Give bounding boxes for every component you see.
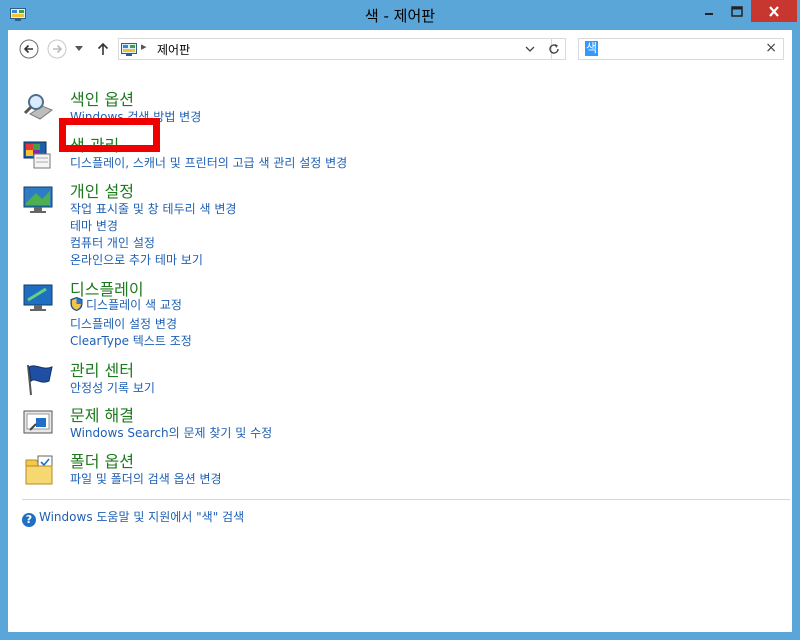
control-panel-window: 색 - 제어판 ▸ 제어판 색 × 색인 옵션 Windows 검색 방법 변경… (0, 0, 800, 640)
help-search-link[interactable]: ? Windows 도움말 및 지원에서 "색" 검색 (22, 508, 244, 527)
personalization-icon (22, 182, 58, 218)
uac-shield-icon (70, 296, 83, 312)
link-file-folder-search-options[interactable]: 파일 및 폴더의 검색 옵션 변경 (70, 470, 222, 487)
action-center-flag-icon (22, 361, 58, 397)
minimize-button[interactable] (695, 0, 723, 22)
link-personalize-computer[interactable]: 컴퓨터 개인 설정 (70, 234, 155, 251)
link-online-themes[interactable]: 온라인으로 추가 테마 보기 (70, 251, 203, 268)
back-button[interactable] (18, 38, 40, 60)
title-bar[interactable]: 색 - 제어판 (0, 0, 800, 30)
color-management-icon (22, 136, 58, 172)
breadcrumb-control-panel[interactable]: 제어판 (157, 41, 190, 58)
back-arrow-icon (19, 39, 39, 59)
chevron-down-icon (75, 46, 83, 51)
category-title[interactable]: 폴더 옵션 (70, 448, 134, 472)
search-input[interactable]: 색 (585, 41, 599, 56)
forward-arrow-icon (47, 39, 67, 59)
up-button[interactable] (92, 38, 114, 60)
link-advanced-color-settings[interactable]: 디스플레이, 스캐너 및 프린터의 고급 색 관리 설정 변경 (70, 154, 347, 171)
divider (22, 499, 790, 500)
window-title: 색 - 제어판 (364, 7, 436, 25)
refresh-button[interactable] (542, 38, 566, 60)
link-change-theme[interactable]: 테마 변경 (70, 217, 118, 234)
folder-options-icon (22, 452, 58, 488)
help-link-label[interactable]: Windows 도움말 및 지원에서 "색" 검색 (39, 510, 244, 524)
link-adjust-cleartype[interactable]: ClearType 텍스트 조정 (70, 332, 192, 349)
magnifier-icon (22, 90, 58, 126)
up-arrow-icon (97, 42, 109, 55)
link-calibrate-display-color[interactable]: 디스플레이 색 교정 (70, 296, 182, 313)
category-title[interactable]: 개인 설정 (70, 178, 134, 202)
maximize-button[interactable] (723, 0, 751, 22)
recent-locations-button[interactable] (72, 38, 86, 60)
refresh-icon (548, 44, 559, 54)
close-button[interactable] (751, 0, 797, 22)
display-icon (22, 280, 58, 316)
navigation-bar: ▸ 제어판 색 × (8, 30, 792, 68)
category-title[interactable]: 문제 해결 (70, 402, 134, 426)
link-change-display-settings[interactable]: 디스플레이 설정 변경 (70, 315, 177, 332)
breadcrumb-chevron-icon[interactable]: ▸ (141, 40, 147, 53)
link-taskbar-border-color[interactable]: 작업 표시줄 및 창 테두리 색 변경 (70, 200, 236, 217)
forward-button[interactable] (46, 38, 68, 60)
category-title[interactable]: 색인 옵션 (70, 86, 134, 110)
category-title[interactable]: 관리 센터 (70, 357, 134, 381)
link-windows-search-troubleshoot[interactable]: Windows Search의 문제 찾기 및 수정 (70, 424, 272, 441)
troubleshooting-icon (22, 406, 58, 442)
chevron-down-icon (525, 46, 535, 52)
search-clear-button[interactable]: × (765, 40, 777, 56)
highlight-rectangle (59, 118, 160, 152)
address-bar[interactable]: ▸ 제어판 (118, 38, 552, 60)
help-icon: ? (22, 513, 36, 527)
search-box[interactable]: 색 × (578, 38, 784, 60)
link-reliability-history[interactable]: 안정성 기록 보기 (70, 379, 155, 396)
control-panel-icon (121, 42, 137, 56)
link-label[interactable]: 디스플레이 색 교정 (86, 298, 182, 312)
address-dropdown-button[interactable] (521, 39, 539, 59)
